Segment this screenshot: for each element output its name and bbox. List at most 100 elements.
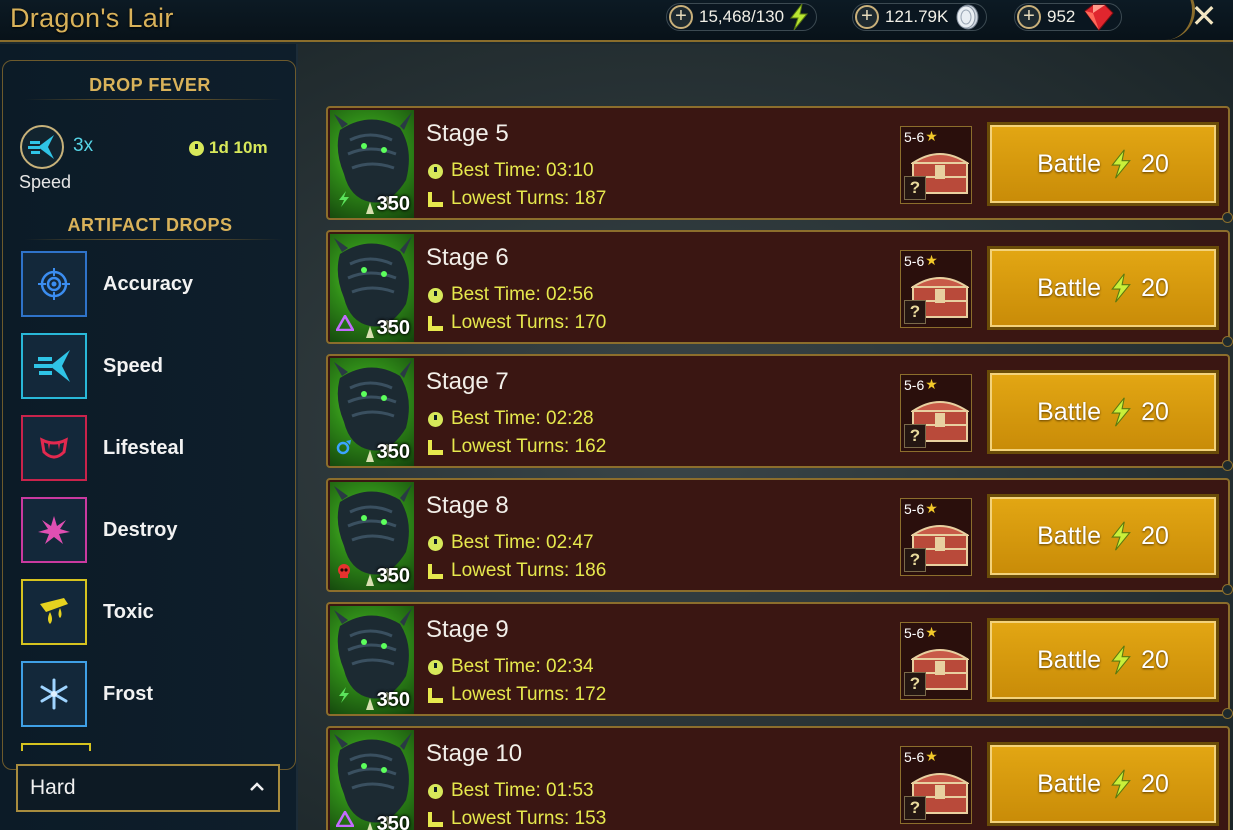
fever-timer: 1d 10m (189, 138, 268, 158)
gems-counter[interactable]: + 952 (1014, 3, 1123, 31)
energy-icon (788, 4, 810, 30)
stage-power: 350 (376, 565, 410, 587)
reward-stars-text: 5-6 (904, 748, 925, 765)
reward-preview[interactable]: 5-6 ★ ? (900, 498, 972, 576)
turns-icon (428, 191, 443, 207)
page-title: Dragon's Lair (10, 3, 174, 33)
unknown-reward: ? (904, 672, 926, 696)
unknown-reward: ? (904, 424, 926, 448)
artifact-item-frost[interactable]: Frost (21, 661, 281, 727)
artifact-drops-title: ARTIFACT DROPS (67, 215, 233, 235)
dragon-portrait: 350 (330, 358, 414, 466)
clock-icon (428, 659, 443, 675)
reward-stars: 5-6 ★ (904, 624, 938, 641)
silver-counter[interactable]: + 121.79K (852, 3, 988, 31)
battle-label: Battle (1037, 397, 1102, 426)
reward-stars-text: 5-6 (904, 376, 925, 393)
clock-icon (428, 535, 443, 551)
lowest-turns-text: Lowest Turns: 172 (451, 684, 607, 705)
reward-preview[interactable]: 5-6 ★ ? (900, 622, 972, 700)
battle-label: Battle (1037, 149, 1102, 178)
battle-button[interactable]: Battle 20 (987, 370, 1219, 454)
artifact-item-lifesteal[interactable]: Lifesteal (21, 415, 281, 481)
unknown-reward: ? (904, 548, 926, 572)
best-time-text: Best Time: 02:34 (451, 656, 594, 677)
energy-icon (1109, 149, 1133, 179)
battle-cost: 20 (1141, 397, 1169, 426)
lowest-turns: Lowest Turns: 162 (428, 436, 606, 458)
lowest-turns-text: Lowest Turns: 153 (451, 808, 607, 829)
void-affinity-icon (334, 313, 356, 336)
artifact-item-toxic[interactable]: Toxic (21, 579, 281, 645)
battle-cost: 20 (1141, 521, 1169, 550)
frost-icon (21, 661, 87, 727)
top-bar: Dragon's Lair + 15,468/130 + 121.79K + 9… (0, 0, 1233, 42)
unknown-reward: ? (904, 796, 926, 820)
accuracy-icon (21, 251, 87, 317)
stage-power: 350 (376, 441, 410, 463)
reward-preview[interactable]: 5-6 ★ ? (900, 746, 972, 824)
energy-icon (1109, 645, 1133, 675)
reward-preview[interactable]: 5-6 ★ ? (900, 250, 972, 328)
dragon-portrait: 350 (330, 730, 414, 830)
best-time-text: Best Time: 02:47 (451, 532, 594, 553)
toxic-icon (21, 579, 87, 645)
reward-stars-text: 5-6 (904, 500, 925, 517)
battle-button[interactable]: Battle 20 (987, 122, 1219, 206)
battle-button[interactable]: Battle 20 (987, 494, 1219, 578)
dragon-portrait: 350 (330, 234, 414, 342)
turns-icon (428, 315, 443, 331)
reward-preview[interactable]: 5-6 ★ ? (900, 374, 972, 452)
reward-stars: 5-6 ★ (904, 128, 938, 145)
artifact-item-destroy[interactable]: Destroy (21, 497, 281, 563)
reward-stars: 5-6 ★ (904, 500, 938, 517)
best-time: Best Time: 03:10 (428, 160, 594, 182)
artifact-item-accuracy[interactable]: Accuracy (21, 251, 281, 317)
gems-value: 952 (1047, 7, 1076, 26)
stage-row: 350 Stage 6 Best Time: 02:56 Lowest Turn… (326, 230, 1233, 347)
lowest-turns-text: Lowest Turns: 186 (451, 560, 607, 581)
energy-icon (1109, 769, 1133, 799)
star-icon: ★ (925, 500, 938, 516)
dragon-portrait: 350 (330, 482, 414, 590)
stage-row: 350 Stage 7 Best Time: 02:28 Lowest Turn… (326, 354, 1233, 471)
battle-button[interactable]: Battle 20 (987, 618, 1219, 702)
close-button[interactable]: ✕ (1189, 0, 1219, 32)
stage-name: Stage 6 (426, 244, 509, 271)
speed-icon (21, 333, 87, 399)
lowest-turns: Lowest Turns: 172 (428, 684, 606, 706)
battle-button[interactable]: Battle 20 (987, 246, 1219, 330)
decorative-arc (1135, 0, 1195, 40)
battle-cost: 20 (1141, 273, 1169, 302)
difficulty-select[interactable]: Hard (16, 764, 280, 812)
turns-icon (428, 811, 443, 827)
silver-value: 121.79K (885, 7, 949, 26)
artifact-label: Toxic (103, 600, 154, 623)
reward-stars: 5-6 ★ (904, 376, 938, 393)
reward-preview[interactable]: 5-6 ★ ? (900, 126, 972, 204)
turns-icon (428, 563, 443, 579)
energy-icon (1109, 521, 1133, 551)
artifact-item-speed[interactable]: Speed (21, 333, 281, 399)
best-time-text: Best Time: 02:56 (451, 284, 594, 305)
reward-stars-text: 5-6 (904, 624, 925, 641)
unknown-reward: ? (904, 300, 926, 324)
spirit-affinity-icon (336, 191, 352, 212)
fever-stat-label: Speed (19, 172, 72, 192)
reward-stars-text: 5-6 (904, 252, 925, 269)
battle-button[interactable]: Battle 20 (987, 742, 1219, 826)
best-time: Best Time: 02:34 (428, 656, 594, 678)
sidebar-panel: DROP FEVER 3x Speed 1d 10m ARTIFACT DROP… (2, 60, 296, 770)
add-energy-button[interactable]: + (669, 5, 693, 29)
reward-stars: 5-6 ★ (904, 252, 938, 269)
lowest-turns-text: Lowest Turns: 162 (451, 436, 607, 457)
add-gems-button[interactable]: + (1017, 5, 1041, 29)
add-silver-button[interactable]: + (855, 5, 879, 29)
lowest-turns: Lowest Turns: 187 (428, 188, 606, 210)
reward-stars-text: 5-6 (904, 128, 925, 145)
energy-counter[interactable]: + 15,468/130 (666, 3, 818, 31)
fever-multiplier: 3x (73, 135, 94, 156)
divider (25, 99, 283, 100)
artifact-label: Speed (103, 354, 164, 377)
stage-row: 350 Stage 8 Best Time: 02:47 Lowest Turn… (326, 478, 1233, 595)
